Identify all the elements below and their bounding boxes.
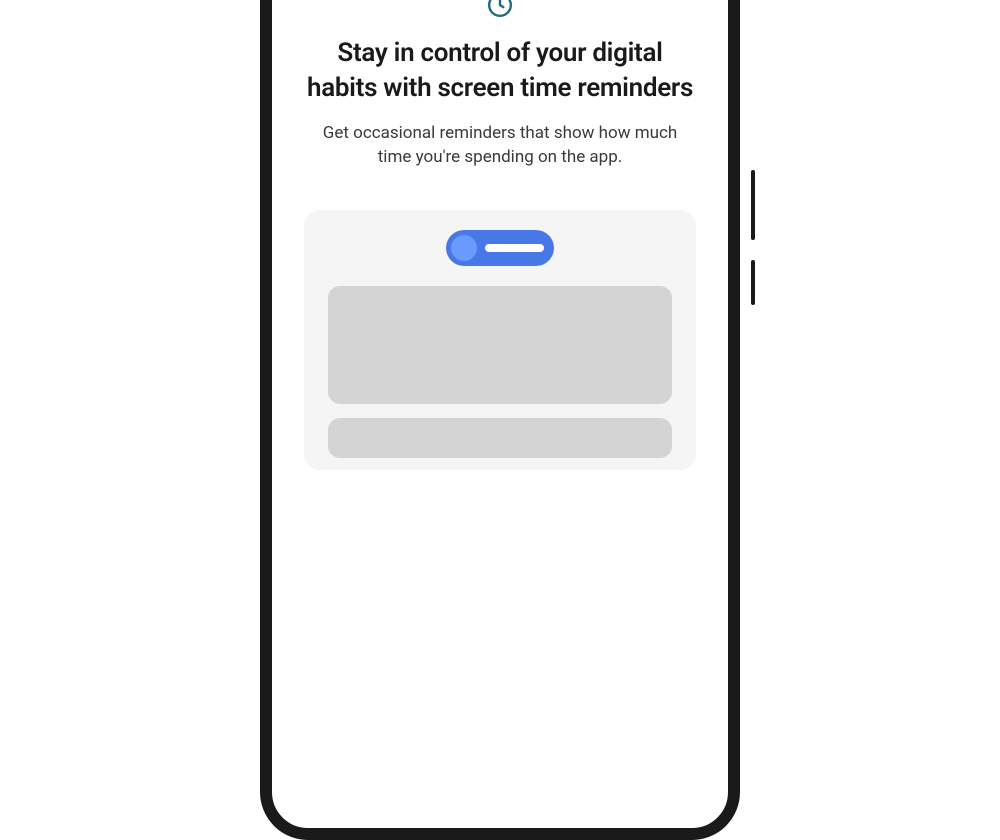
page-title: Stay in control of your digital habits w… (300, 36, 700, 106)
toggle-illustration (446, 230, 554, 266)
clock-icon (487, 0, 513, 18)
toggle-knob (451, 235, 477, 261)
phone-side-button (751, 170, 755, 240)
screen-content: Stay in control of your digital habits w… (272, 0, 728, 470)
page-description: Get occasional reminders that show how m… (300, 122, 700, 170)
placeholder-card (328, 286, 672, 404)
toggle-bar (485, 244, 544, 252)
placeholder-card-small (328, 418, 672, 458)
phone-side-button (751, 260, 755, 305)
phone-frame: Stay in control of your digital habits w… (260, 0, 740, 840)
illustration-container (304, 210, 696, 470)
